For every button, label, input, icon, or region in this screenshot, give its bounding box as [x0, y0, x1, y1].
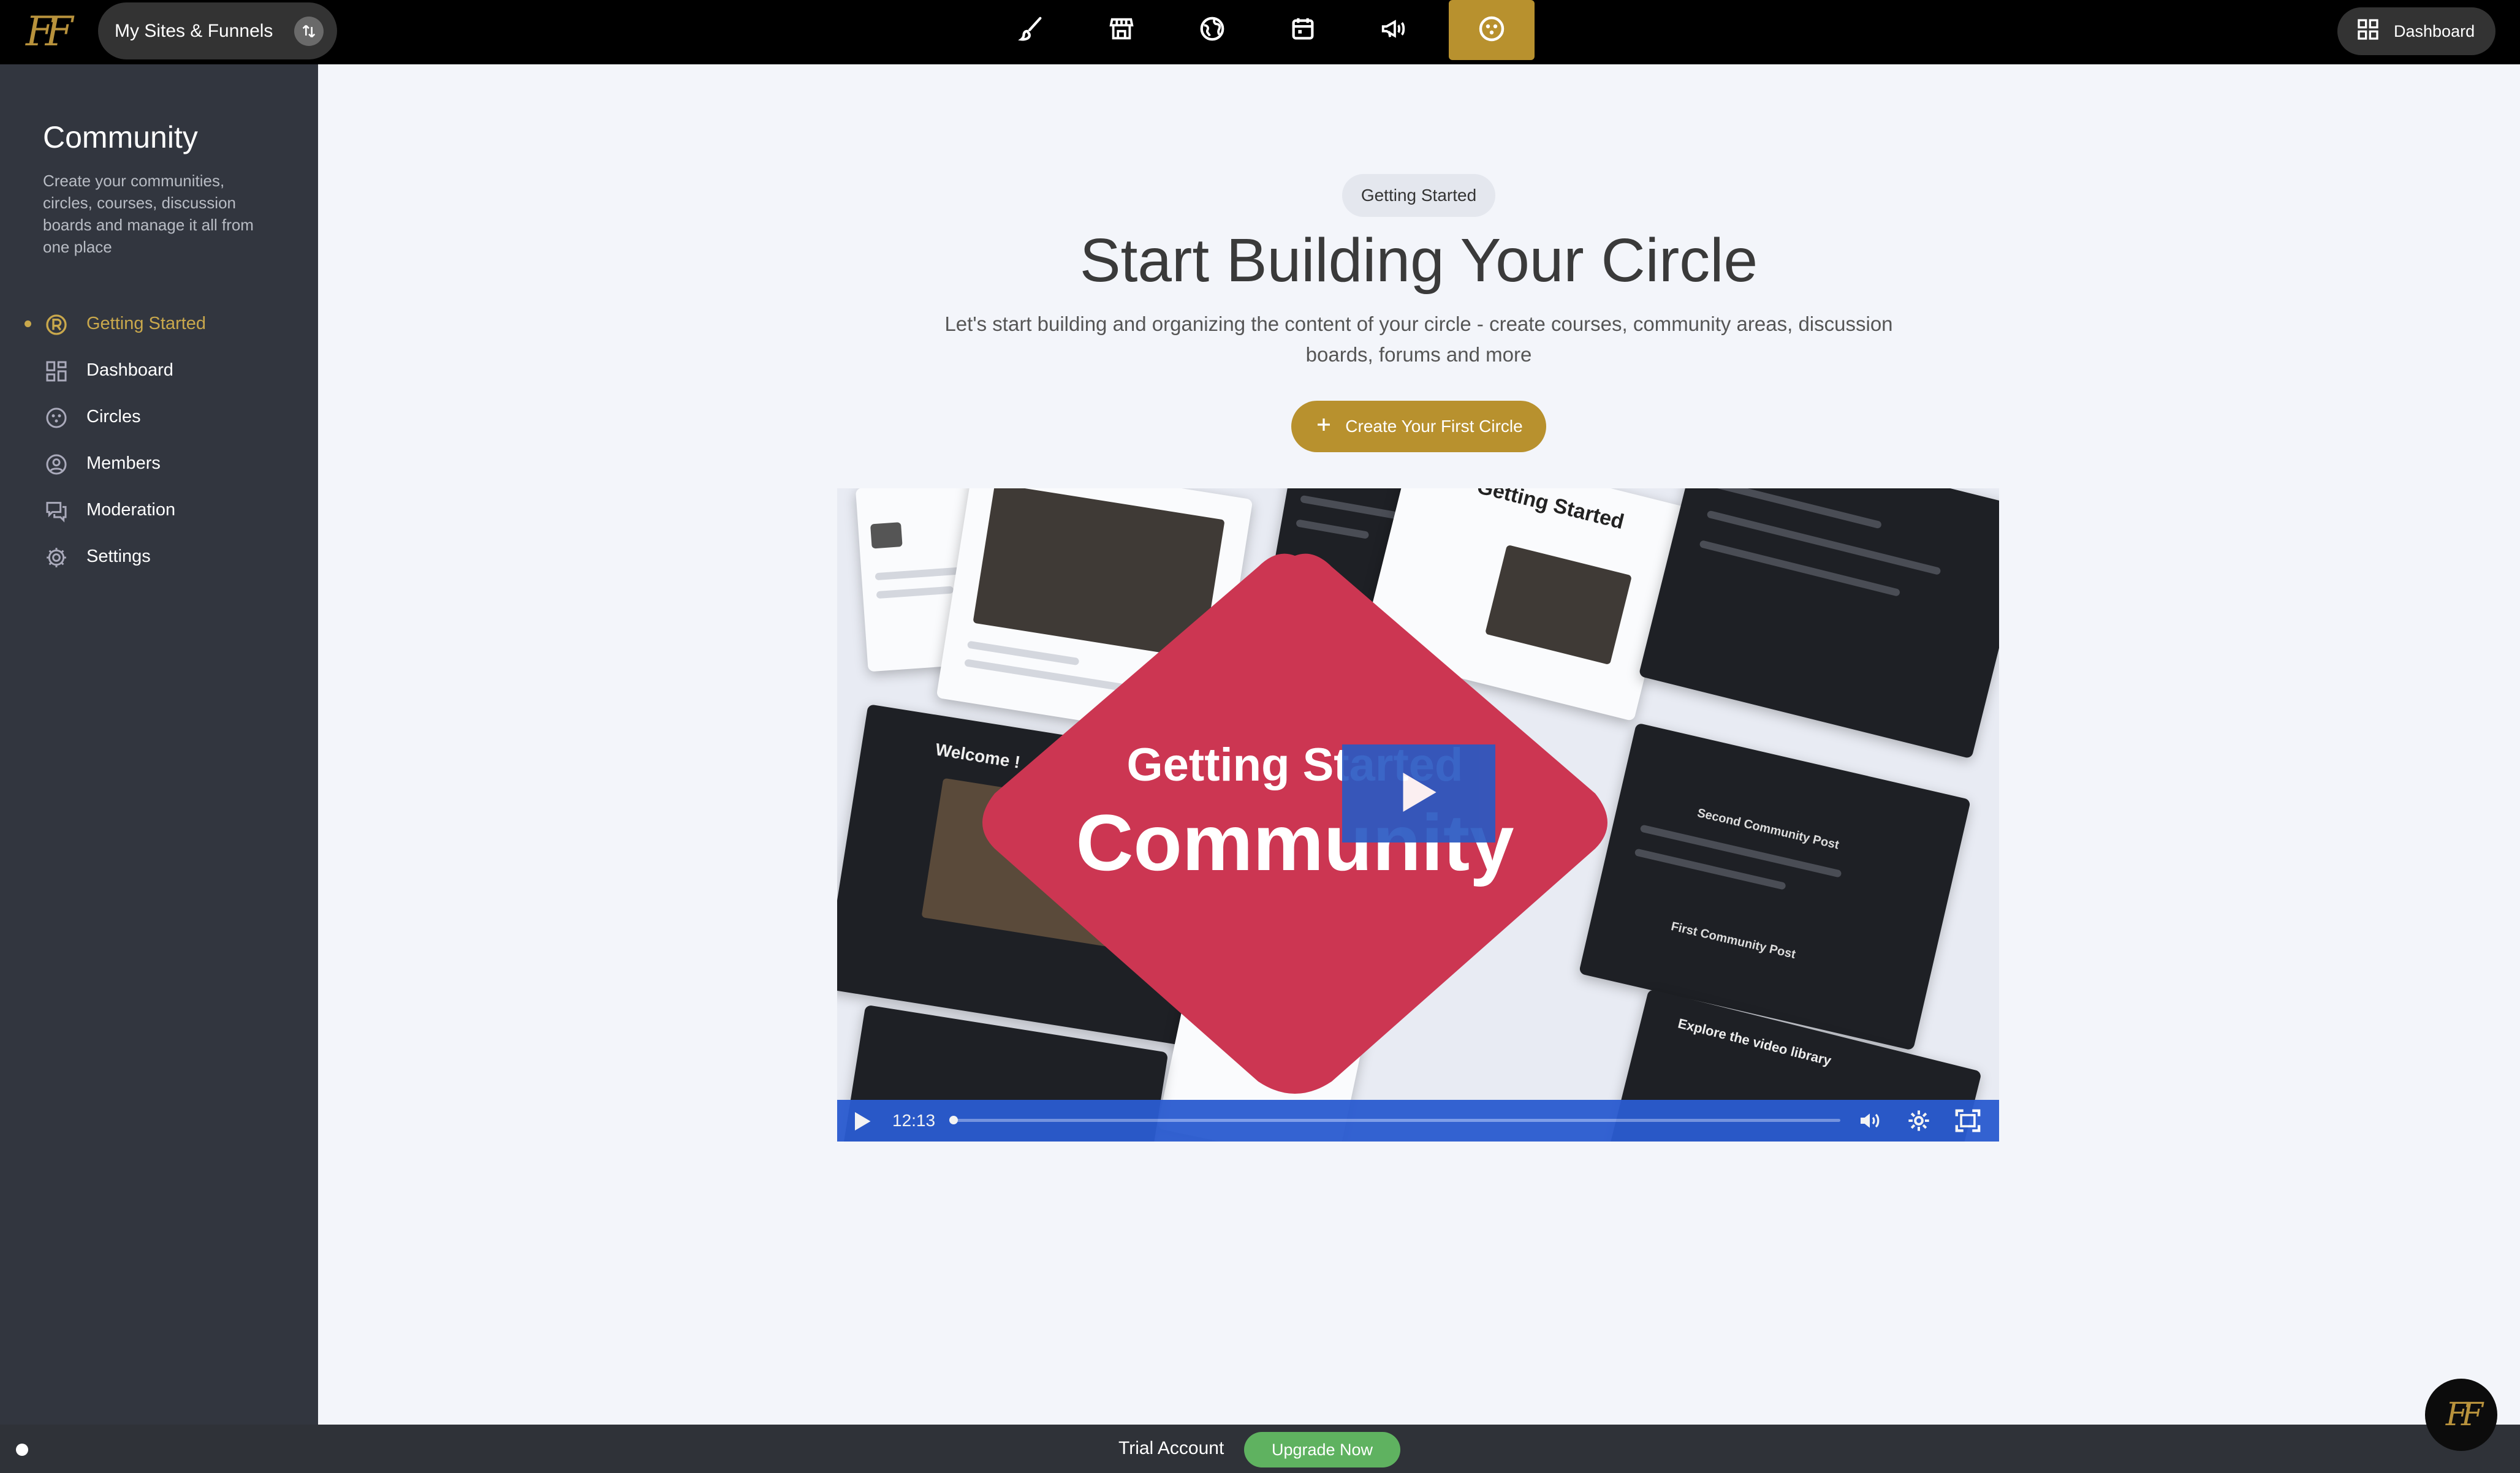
nav-calendar-button[interactable] [1260, 0, 1346, 60]
brand-logo[interactable]: FF [26, 7, 76, 56]
sidebar-item-label: Settings [86, 546, 151, 566]
upgrade-now-button[interactable]: Upgrade Now [1244, 1432, 1400, 1467]
bottom-bar: Trial Account Upgrade Now [0, 1425, 2520, 1473]
nav-store-button[interactable] [1079, 0, 1164, 60]
play-small-icon[interactable] [853, 1111, 871, 1135]
site-switcher-button[interactable]: My Sites & Funnels [98, 2, 337, 59]
dashboard-label: Dashboard [2394, 21, 2475, 40]
brand-logo-icon: FF [2445, 1396, 2483, 1433]
settings-icon[interactable] [1907, 1108, 1931, 1136]
sidebar-item-label: Dashboard [86, 360, 173, 380]
site-switcher-label: My Sites & Funnels [115, 20, 273, 41]
logo-mark: FF [26, 8, 74, 55]
swap-icon [294, 17, 324, 46]
create-first-circle-button[interactable]: Create Your First Circle [1291, 401, 1546, 452]
sidebar-item-getting-started[interactable]: Getting Started [0, 303, 318, 344]
play-icon [1399, 771, 1438, 817]
section-pill: Getting Started [1342, 174, 1495, 217]
sidebar-title: Community [43, 120, 198, 154]
community-icon [1477, 14, 1506, 47]
dashboard-button[interactable]: Dashboard [2337, 7, 2495, 55]
trial-account-label: Trial Account [1118, 1438, 1224, 1458]
tile-heading: First Community Post [1669, 919, 1797, 962]
fullscreen-icon[interactable] [1954, 1108, 1982, 1136]
video-title-line2: Community [1076, 798, 1514, 887]
members-icon [44, 452, 69, 477]
globe-icon [1198, 15, 1226, 46]
nav-brush-button[interactable] [988, 0, 1074, 60]
sidebar-item-circles[interactable]: Circles [0, 396, 318, 437]
video-title-line1: Getting Started [1126, 739, 1463, 791]
sidebar-item-dashboard[interactable]: Dashboard [0, 350, 318, 390]
video-scrubber-handle[interactable] [949, 1116, 958, 1124]
brush-icon [1017, 15, 1045, 46]
support-chat-button[interactable]: FF [2425, 1379, 2497, 1451]
plus-icon [1315, 415, 1333, 438]
page-subtitle: Let's start building and organizing the … [944, 312, 1893, 366]
sidebar-item-label: Members [86, 453, 161, 473]
dashboard-grid-icon [2356, 17, 2380, 46]
circles-icon [44, 406, 69, 430]
thumbnail-tile: Second Community Post First Community Po… [1578, 722, 1972, 1051]
video-play-button[interactable] [1342, 744, 1495, 843]
video-controls: 12:13 [837, 1100, 1999, 1142]
sidebar-description: Create your communities, circles, course… [43, 172, 254, 256]
store-icon [1107, 15, 1136, 46]
gear-icon [44, 545, 69, 570]
sidebar-item-label: Moderation [86, 499, 176, 520]
video-scrubber[interactable] [952, 1119, 1840, 1122]
sidebar: Community Create your communities, circl… [0, 64, 318, 1425]
active-indicator [25, 320, 31, 327]
calendar-icon [1289, 15, 1317, 46]
cta-label: Create Your First Circle [1345, 417, 1523, 436]
sidebar-item-settings[interactable]: Settings [0, 536, 318, 577]
nav-community-button[interactable] [1449, 0, 1535, 60]
sidebar-item-moderation[interactable]: Moderation [0, 490, 318, 530]
getting-started-icon [44, 312, 69, 337]
volume-icon[interactable] [1857, 1108, 1883, 1136]
tile-heading: Getting Started [1474, 488, 1626, 534]
sidebar-item-label: Getting Started [86, 313, 207, 333]
nav-globe-button[interactable] [1169, 0, 1255, 60]
status-dot-icon [16, 1444, 28, 1456]
moderation-icon [44, 499, 69, 523]
megaphone-icon [1380, 15, 1408, 46]
nav-megaphone-button[interactable] [1351, 0, 1436, 60]
dashboard-grid-icon [44, 359, 69, 384]
video-duration: 12:13 [892, 1111, 936, 1130]
page-title: Start Building Your Circle [1079, 226, 1758, 295]
thumbnail-tile [1638, 488, 1999, 759]
sidebar-item-label: Circles [86, 406, 141, 426]
top-bar: FF My Sites & Funnels Dashboard [0, 0, 2520, 64]
sidebar-item-members[interactable]: Members [0, 443, 318, 483]
